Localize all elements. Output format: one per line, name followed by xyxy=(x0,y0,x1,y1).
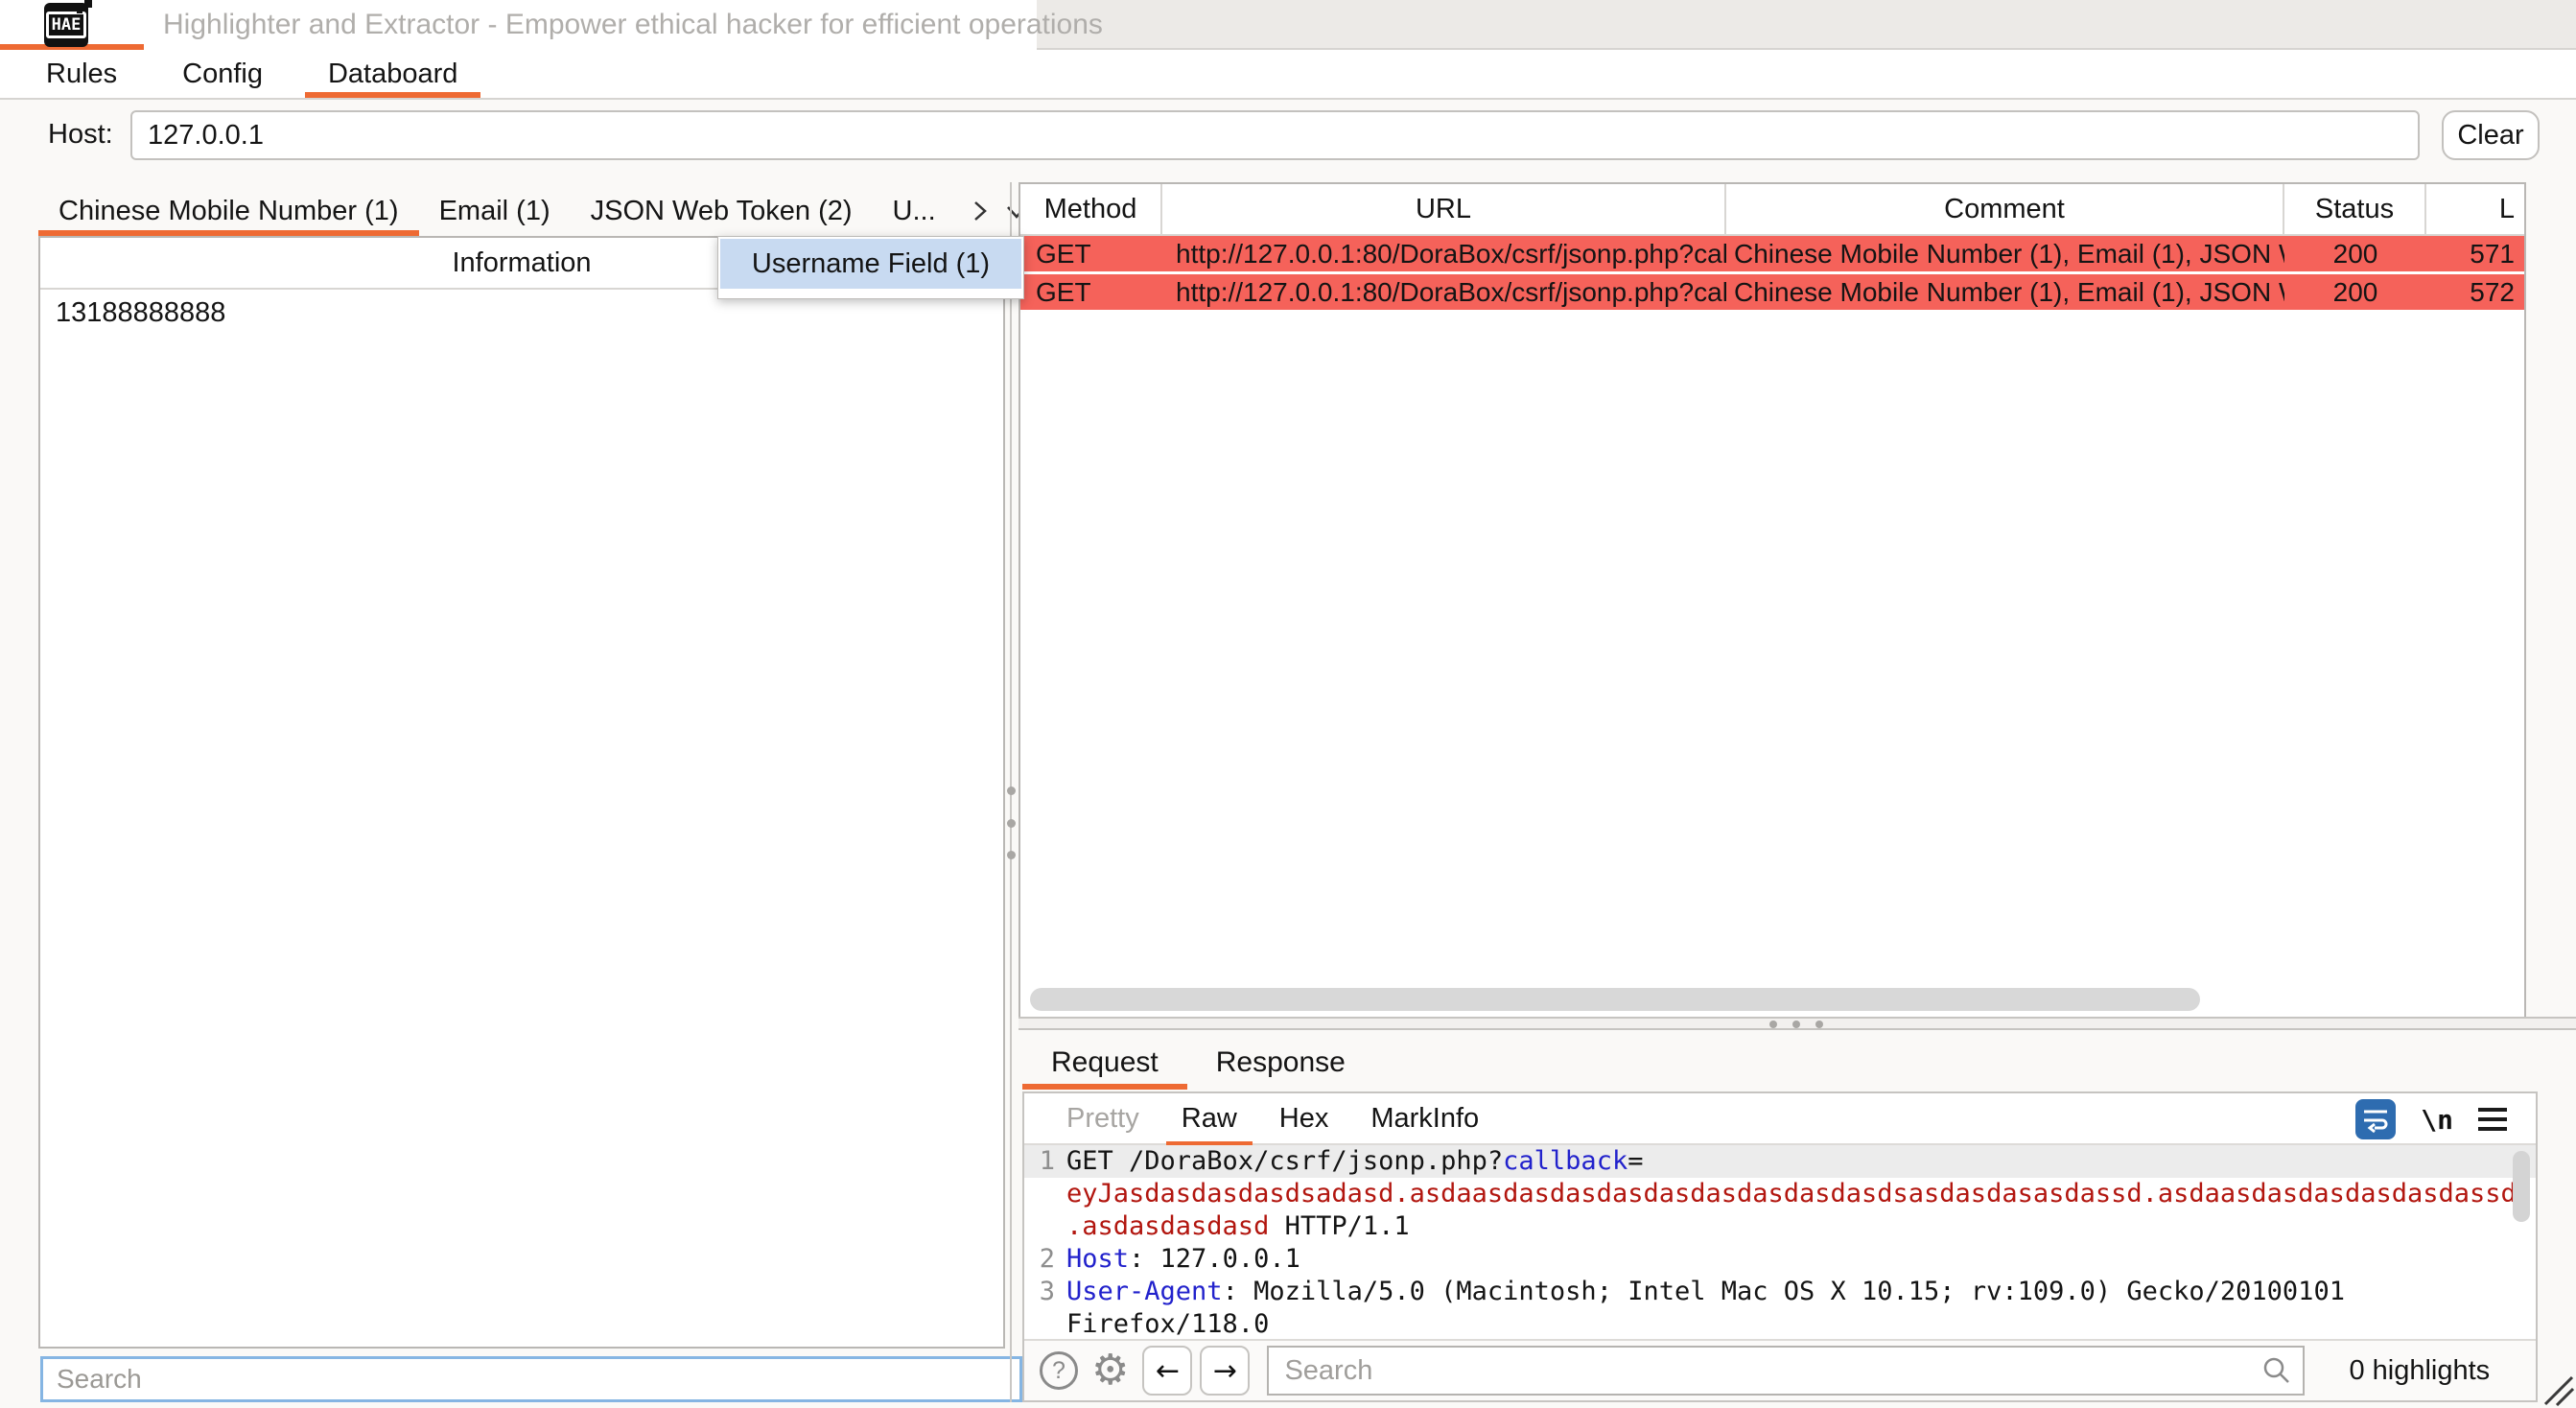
message-editor: PrettyRawHexMarkInfo \n 1GET /DoraBox/cs… xyxy=(1022,1091,2538,1402)
data-tab-chinese-mobile-number-1[interactable]: Chinese Mobile Number (1) xyxy=(38,186,419,236)
prev-match-button[interactable]: ← xyxy=(1142,1346,1192,1396)
code-segment: Host xyxy=(1066,1243,1129,1276)
view-tab-hex[interactable]: Hex xyxy=(1258,1092,1350,1144)
editor-bottom-bar: ? ⚙ ← → 0 highlights xyxy=(1024,1339,2536,1400)
request-log-table: MethodURLCommentStatusL GEThttp://127.0.… xyxy=(1019,182,2526,1019)
view-tab-markinfo[interactable]: MarkInfo xyxy=(1349,1092,1500,1144)
cell-comment: Chinese Mobile Number (1), Email (1), JS… xyxy=(1726,274,2284,310)
chevron-right-icon[interactable] xyxy=(970,199,991,223)
resize-grip-icon[interactable] xyxy=(2541,1373,2574,1406)
logo-pixel-dot xyxy=(77,8,82,13)
request-table-header: MethodURLCommentStatusL xyxy=(1020,184,2524,236)
tab-response[interactable]: Response xyxy=(1187,1036,1374,1090)
code-segment: .asdasdasdasd xyxy=(1066,1210,1269,1243)
code-segment: : 127.0.0.1 xyxy=(1129,1243,1300,1276)
editor-search-wrap xyxy=(1267,1346,2305,1396)
line-number: 1 xyxy=(1024,1145,1066,1178)
column-header-url[interactable]: URL xyxy=(1162,184,1726,234)
newline-toggle-icon[interactable]: \n xyxy=(2421,1104,2453,1136)
request-raw-view[interactable]: 1GET /DoraBox/csrf/jsonp.php?callback=ey… xyxy=(1024,1145,2536,1343)
editor-toolbar-icons: \n xyxy=(2355,1093,2507,1145)
horizontal-scrollbar[interactable] xyxy=(1030,988,2200,1011)
column-header-l[interactable]: L xyxy=(2426,184,2524,234)
code-segment: GET /DoraBox/csrf/jsonp.php? xyxy=(1066,1145,1503,1178)
editor-view-tabs: PrettyRawHexMarkInfo \n xyxy=(1024,1093,2536,1145)
code-segment: HTTP/1.1 xyxy=(1269,1210,1409,1243)
code-segment: = xyxy=(1628,1145,1643,1178)
next-match-button[interactable]: → xyxy=(1200,1346,1250,1396)
horizontal-splitter-handle[interactable] xyxy=(1769,1021,1823,1028)
data-tab-u[interactable]: U... xyxy=(873,186,956,236)
information-search-input[interactable] xyxy=(40,1356,1022,1402)
dropdown-item-username-field[interactable]: Username Field (1) xyxy=(720,239,1021,289)
gear-icon[interactable]: ⚙ xyxy=(1091,1351,1129,1390)
column-header-status[interactable]: Status xyxy=(2284,184,2426,234)
vertical-splitter-handle[interactable] xyxy=(1006,786,1016,859)
main-nav-tabs: RulesConfigDataboard xyxy=(0,50,2576,100)
tab-request[interactable]: Request xyxy=(1022,1036,1187,1090)
code-segment: eyJasdasdasdasdsadasd.asdaasdasdasdasdas… xyxy=(1066,1178,2517,1210)
app-window: HAE Highlighter and Extractor - Empower … xyxy=(0,0,2576,1408)
line-number: 3 xyxy=(1024,1276,1066,1308)
tab-config[interactable]: Config xyxy=(150,50,295,98)
host-input[interactable] xyxy=(130,110,2420,160)
code-segment: User-Agent xyxy=(1066,1276,1223,1308)
page-title: Highlighter and Extractor - Empower ethi… xyxy=(163,0,1103,50)
cell-method: GET xyxy=(1020,236,1162,271)
cell-status: 200 xyxy=(2284,274,2426,310)
host-bar: Host: Clear xyxy=(0,100,2576,169)
help-icon[interactable]: ? xyxy=(1040,1351,1078,1390)
highlights-count: 0 highlights xyxy=(2349,1355,2490,1387)
line-number xyxy=(1024,1308,1066,1341)
line-number: 2 xyxy=(1024,1243,1066,1276)
editor-menu-icon[interactable] xyxy=(2478,1108,2507,1131)
editor-vertical-scrollbar[interactable] xyxy=(2513,1151,2530,1222)
cell-url: http://127.0.0.1:80/DoraBox/csrf/jsonp.p… xyxy=(1162,236,1726,271)
hae-logo-text: HAE xyxy=(46,12,87,38)
view-tab-raw[interactable]: Raw xyxy=(1160,1092,1258,1144)
data-tab-email-1[interactable]: Email (1) xyxy=(419,186,571,236)
column-header-method[interactable]: Method xyxy=(1020,184,1162,234)
view-tab-pretty[interactable]: Pretty xyxy=(1045,1092,1160,1144)
extension-tab-bar: HAE Highlighter and Extractor - Empower … xyxy=(0,0,2576,50)
line-number xyxy=(1024,1178,1066,1210)
cell-l: 571 xyxy=(2426,236,2524,271)
code-segment: : Mozilla/5.0 (Macintosh; Intel Mac OS X… xyxy=(1223,1276,2345,1308)
cell-comment: Chinese Mobile Number (1), Email (1), JS… xyxy=(1726,236,2284,271)
cell-status: 200 xyxy=(2284,236,2426,271)
cell-l: 572 xyxy=(2426,274,2524,310)
cell-url: http://127.0.0.1:80/DoraBox/csrf/jsonp.p… xyxy=(1162,274,1726,310)
code-line: .asdasdasdasd HTTP/1.1 xyxy=(1024,1210,2536,1243)
information-table: Information 13188888888 xyxy=(38,236,1005,1349)
request-table-rows: GEThttp://127.0.0.1:80/DoraBox/csrf/json… xyxy=(1020,236,2524,313)
tab-overflow-dropdown: Username Field (1) xyxy=(717,236,1024,299)
cell-method: GET xyxy=(1020,274,1162,310)
code-line: 2Host: 127.0.0.1 xyxy=(1024,1243,2536,1276)
table-row[interactable]: GEThttp://127.0.0.1:80/DoraBox/csrf/json… xyxy=(1020,274,2524,313)
data-tab-json-web-token-2[interactable]: JSON Web Token (2) xyxy=(571,186,873,236)
search-icon xyxy=(2262,1356,2291,1385)
message-editor-tabs: RequestResponse xyxy=(1022,1036,1374,1090)
code-line: 3User-Agent: Mozilla/5.0 (Macintosh; Int… xyxy=(1024,1276,2536,1308)
editor-search-input[interactable] xyxy=(1267,1346,2305,1396)
code-segment: callback xyxy=(1503,1145,1628,1178)
host-label: Host: xyxy=(48,100,113,169)
clear-button[interactable]: Clear xyxy=(2442,110,2540,160)
tab-databoard[interactable]: Databoard xyxy=(295,50,490,98)
data-type-tabs: Chinese Mobile Number (1)Email (1)JSON W… xyxy=(38,186,1005,236)
code-line: Firefox/118.0 xyxy=(1024,1308,2536,1341)
logo-pixel-dot xyxy=(84,0,92,8)
code-line: eyJasdasdasdasdsadasd.asdaasdasdasdasdas… xyxy=(1024,1178,2536,1210)
code-line: 1GET /DoraBox/csrf/jsonp.php?callback= xyxy=(1024,1145,2536,1178)
tab-rules[interactable]: Rules xyxy=(13,50,150,98)
table-row[interactable]: GEThttp://127.0.0.1:80/DoraBox/csrf/json… xyxy=(1020,236,2524,274)
word-wrap-icon[interactable] xyxy=(2355,1099,2396,1139)
line-number xyxy=(1024,1210,1066,1243)
code-segment: Firefox/118.0 xyxy=(1066,1308,1269,1341)
column-header-comment[interactable]: Comment xyxy=(1726,184,2284,234)
